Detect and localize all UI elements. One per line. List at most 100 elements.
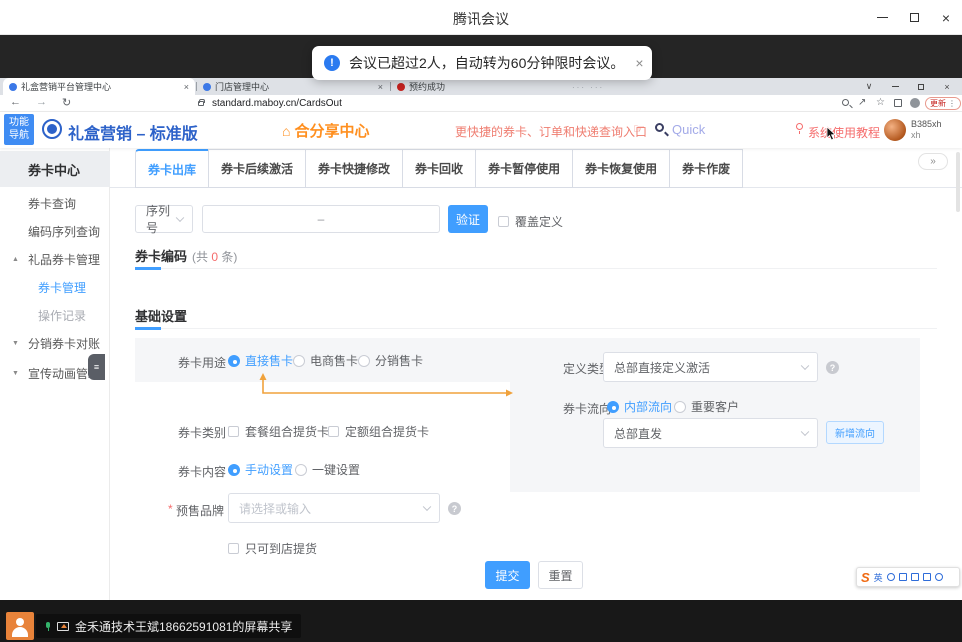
share-icon[interactable]: ↗ bbox=[858, 97, 866, 108]
forward-icon[interactable]: → bbox=[36, 96, 47, 108]
overwrite-checkbox-row[interactable]: 覆盖定义 bbox=[498, 213, 563, 230]
keyboard-icon[interactable] bbox=[899, 573, 907, 581]
card-flow-label: 券卡流向 bbox=[563, 400, 611, 417]
radio-ecommerce-sale[interactable]: 电商售卡 bbox=[293, 352, 358, 369]
radio-icon[interactable] bbox=[295, 464, 307, 476]
browser-tab-2[interactable]: 门店管理中心 × bbox=[197, 78, 389, 95]
radio-one-click-setup[interactable]: 一键设置 bbox=[295, 461, 360, 478]
mic-icon bbox=[45, 622, 51, 631]
checkbox-fixed-combo-pickup-card[interactable]: 定额组合提货卡 bbox=[328, 423, 429, 440]
tab-card-recycle[interactable]: 券卡回收 bbox=[402, 149, 476, 188]
bookmark-star-icon[interactable]: ☆ bbox=[876, 97, 885, 108]
radio-internal-flow[interactable]: 内部流向 bbox=[607, 398, 672, 415]
serial-type-select[interactable]: 序列号 bbox=[135, 205, 193, 233]
settings-icon[interactable] bbox=[935, 573, 943, 581]
toolbox-icon[interactable] bbox=[923, 573, 931, 581]
tab-card-followup-activation[interactable]: 券卡后续激活 bbox=[208, 149, 306, 188]
add-flow-button[interactable]: 新增流向 bbox=[826, 421, 884, 444]
browser-close-button[interactable]: × bbox=[934, 78, 960, 95]
minimize-button[interactable] bbox=[866, 0, 898, 35]
search-icon[interactable] bbox=[655, 123, 664, 132]
checkbox-combo-pickup-card[interactable]: 套餐组合提货卡 bbox=[228, 423, 329, 440]
zoom-icon[interactable] bbox=[842, 99, 849, 106]
radio-manual-setup[interactable]: 手动设置 bbox=[228, 461, 293, 478]
chevron-down-icon bbox=[801, 428, 809, 436]
tab-search-button[interactable]: ∨ bbox=[856, 78, 882, 95]
tab-card-outbound[interactable]: 券卡出库 bbox=[135, 149, 209, 188]
nav-toggle-button[interactable]: 功能 导航 bbox=[4, 114, 34, 145]
range-separator: – bbox=[318, 212, 325, 226]
mic-icon[interactable] bbox=[887, 573, 895, 581]
browser-tab-1[interactable]: 礼盒营销平台管理中心 × bbox=[3, 78, 195, 95]
submit-button[interactable]: 提交 bbox=[485, 561, 530, 589]
sidebar-item-label: 操作记录 bbox=[38, 307, 86, 324]
back-icon[interactable]: ← bbox=[10, 96, 21, 108]
refresh-icon[interactable]: ↻ bbox=[62, 96, 71, 109]
checkbox-icon[interactable] bbox=[228, 426, 239, 437]
tab-close-icon[interactable]: × bbox=[378, 82, 383, 92]
verify-button[interactable]: 验证 bbox=[448, 205, 488, 233]
checkbox-icon[interactable] bbox=[228, 543, 239, 554]
tutorial-link[interactable]: 系统使用教程 bbox=[808, 124, 880, 141]
expand-tabs-button[interactable]: » bbox=[918, 153, 948, 170]
sogou-logo-icon[interactable]: S bbox=[861, 570, 870, 585]
radio-label: 直接售卡 bbox=[245, 352, 293, 369]
main-content: 券卡出库 券卡后续激活 券卡快捷修改 券卡回收 券卡暂停使用 券卡恢复使用 券卡… bbox=[110, 148, 962, 600]
radio-label: 内部流向 bbox=[624, 398, 672, 415]
url-bar[interactable]: standard.maboy.cn/CardsOut bbox=[212, 98, 342, 109]
radio-important-customer[interactable]: 重要客户 bbox=[674, 398, 739, 415]
caret-down-icon: ▼ bbox=[12, 370, 19, 377]
presale-brand-select[interactable]: 请选择或输入 bbox=[228, 493, 440, 523]
close-button[interactable]: × bbox=[930, 0, 962, 35]
browser-maximize-button[interactable] bbox=[908, 78, 934, 95]
tab-card-suspend[interactable]: 券卡暂停使用 bbox=[475, 149, 573, 188]
radio-icon[interactable] bbox=[674, 401, 686, 413]
radio-selected-icon[interactable] bbox=[228, 464, 240, 476]
flow-target-select[interactable]: 总部直发 bbox=[603, 418, 818, 448]
help-icon[interactable]: ? bbox=[826, 361, 839, 374]
divider bbox=[135, 328, 937, 329]
tab-card-resume[interactable]: 券卡恢复使用 bbox=[572, 149, 670, 188]
browser-tab-3[interactable]: 预约成功 bbox=[391, 78, 541, 95]
tab-card-quick-edit[interactable]: 券卡快捷修改 bbox=[305, 149, 403, 188]
meeting-title: 腾讯会议 bbox=[0, 9, 962, 29]
extensions-icon[interactable] bbox=[894, 99, 902, 107]
checkbox-store-pickup-only[interactable]: 只可到店提货 bbox=[228, 540, 317, 557]
sidebar-item-gift-card-management[interactable]: ▲ 礼品券卡管理 bbox=[0, 245, 110, 273]
help-icon[interactable]: ? bbox=[448, 502, 461, 515]
sidebar-item-card-query[interactable]: 券卡查询 bbox=[0, 189, 110, 217]
radio-distribution-sale[interactable]: 分销售卡 bbox=[358, 352, 423, 369]
quick-search-link[interactable]: Quick bbox=[672, 122, 705, 137]
browser-update-button[interactable]: 更新 ⋮ bbox=[925, 97, 961, 110]
sidebar-collapse-handle[interactable]: ≡ bbox=[88, 354, 105, 380]
radio-selected-icon[interactable] bbox=[228, 355, 240, 367]
user-avatar[interactable] bbox=[884, 119, 906, 141]
radio-icon[interactable] bbox=[293, 355, 305, 367]
sidebar-item-card-management[interactable]: 券卡管理 bbox=[0, 273, 110, 301]
tab-card-void[interactable]: 券卡作废 bbox=[669, 149, 743, 188]
sidebar-item-code-sequence-query[interactable]: 编码序列查询 bbox=[0, 217, 110, 245]
browser-minimize-button[interactable] bbox=[882, 78, 908, 95]
notification-close-icon[interactable]: × bbox=[635, 55, 643, 71]
skin-icon[interactable] bbox=[911, 573, 919, 581]
browser-profile-icon[interactable] bbox=[910, 98, 920, 108]
checkbox-icon[interactable] bbox=[498, 216, 509, 227]
basic-settings-title: 基础设置 bbox=[135, 306, 187, 325]
maximize-button[interactable] bbox=[898, 0, 930, 35]
definition-type-select[interactable]: 总部直接定义激活 bbox=[603, 352, 818, 382]
radio-label: 一键设置 bbox=[312, 461, 360, 478]
ime-language-mode[interactable]: 英 bbox=[874, 571, 883, 584]
share-center-link[interactable]: ⌂ 合分享中心 bbox=[282, 120, 369, 141]
sharer-avatar-tile bbox=[6, 612, 34, 640]
serial-range-input[interactable]: – bbox=[202, 205, 440, 233]
scrollbar-thumb[interactable] bbox=[956, 152, 960, 212]
checkbox-icon[interactable] bbox=[328, 426, 339, 437]
radio-direct-sale[interactable]: 直接售卡 bbox=[228, 352, 293, 369]
sidebar-item-distribution-reconciliation[interactable]: ▼ 分销券卡对账 bbox=[0, 329, 110, 357]
reset-button[interactable]: 重置 bbox=[538, 561, 583, 589]
radio-icon[interactable] bbox=[358, 355, 370, 367]
tab-close-icon[interactable]: × bbox=[184, 82, 189, 92]
main-tabs: 券卡出库 券卡后续激活 券卡快捷修改 券卡回收 券卡暂停使用 券卡恢复使用 券卡… bbox=[135, 149, 743, 188]
sidebar-item-operation-log[interactable]: 操作记录 bbox=[0, 301, 110, 329]
radio-selected-icon[interactable] bbox=[607, 401, 619, 413]
